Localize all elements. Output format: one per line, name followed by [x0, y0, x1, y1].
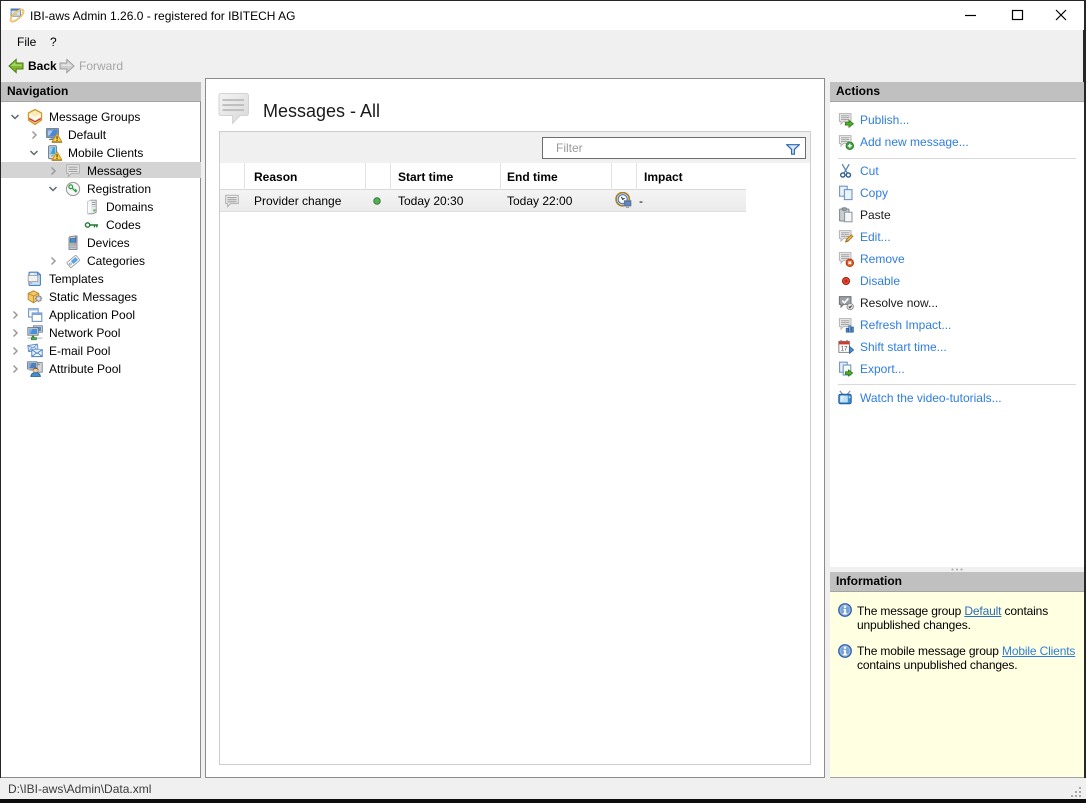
- svg-text:17: 17: [841, 346, 848, 352]
